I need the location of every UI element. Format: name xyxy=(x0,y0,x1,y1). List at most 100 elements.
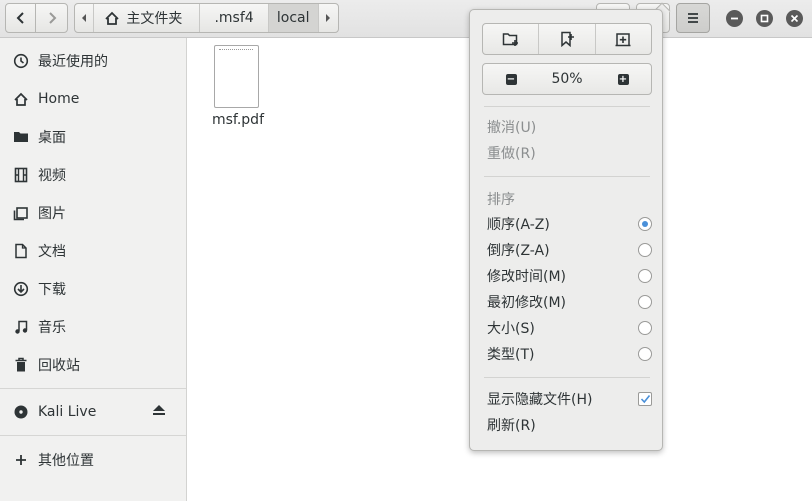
image-icon xyxy=(12,204,30,222)
menu-item-label: 刷新(R) xyxy=(487,418,536,434)
menu-separator xyxy=(484,106,650,107)
disc-icon xyxy=(12,403,30,421)
minimize-icon xyxy=(731,17,738,20)
zoom-level[interactable]: 50% xyxy=(539,64,595,94)
music-icon xyxy=(12,318,30,336)
menu-item-label: 撤消(U) xyxy=(487,120,537,136)
sidebar-item-label: 下载 xyxy=(38,282,66,298)
plus-icon: + xyxy=(617,73,629,85)
path-scroll-left-button[interactable] xyxy=(75,4,95,32)
menu-undo[interactable]: 撤消(U) xyxy=(487,115,652,139)
zoom-out-button[interactable]: − xyxy=(483,64,539,94)
sidebar-item-label: 回收站 xyxy=(38,358,80,374)
sidebar-item-downloads[interactable]: 下载 xyxy=(0,270,186,308)
radio-unselected[interactable] xyxy=(638,321,652,335)
folder-icon xyxy=(12,128,30,146)
menu-item-label: 类型(T) xyxy=(487,347,535,363)
sidebar-item-label: Home xyxy=(38,91,80,107)
maximize-button[interactable] xyxy=(756,10,773,27)
document-icon xyxy=(12,242,30,260)
zoom-in-button[interactable]: + xyxy=(595,64,651,94)
sidebar-item-home[interactable]: Home xyxy=(0,80,186,118)
menu-refresh[interactable]: 刷新(R) xyxy=(487,413,652,437)
sort-z-a[interactable]: 倒序(Z-A) xyxy=(487,238,652,262)
breadcrumb-local[interactable]: local xyxy=(268,4,319,32)
back-button[interactable] xyxy=(5,3,36,33)
clock-icon xyxy=(12,52,30,70)
sidebar-item-label: 文档 xyxy=(38,244,66,260)
new-folder-icon xyxy=(502,33,518,46)
radio-unselected[interactable] xyxy=(638,269,652,283)
sidebar-item-documents[interactable]: 文档 xyxy=(0,232,186,270)
menu-item-label: 修改时间(M) xyxy=(487,269,567,285)
plus-icon xyxy=(12,451,30,469)
minimize-button[interactable] xyxy=(726,10,743,27)
sort-size[interactable]: 大小(S) xyxy=(487,316,652,340)
radio-unselected[interactable] xyxy=(638,243,652,257)
checkmark-icon xyxy=(640,395,650,404)
sidebar-separator xyxy=(0,435,186,436)
sidebar-item-label: 最近使用的 xyxy=(38,54,108,70)
sidebar: 最近使用的 Home 桌面 视频 图片 文档 下载 音乐 回收站 Kali Li… xyxy=(0,38,187,501)
breadcrumb-home-label: 主文件夹 xyxy=(126,11,183,27)
breadcrumb-msf4[interactable]: .msf4 xyxy=(200,4,269,32)
eject-button[interactable] xyxy=(152,404,166,420)
sidebar-item-label: 桌面 xyxy=(38,130,66,146)
sidebar-item-kali-live[interactable]: Kali Live xyxy=(0,393,186,431)
sort-type[interactable]: 类型(T) xyxy=(487,342,652,366)
menu-separator xyxy=(484,377,650,378)
home-icon xyxy=(12,90,30,108)
chevron-left-icon xyxy=(16,12,24,24)
radio-unselected[interactable] xyxy=(638,295,652,309)
home-icon xyxy=(105,11,120,25)
sidebar-item-videos[interactable]: 视频 xyxy=(0,156,186,194)
path-scroll-right-button[interactable] xyxy=(319,4,338,32)
menu-show-hidden[interactable]: 显示隐藏文件(H) xyxy=(487,387,652,411)
radio-selected[interactable] xyxy=(638,217,652,231)
sidebar-item-music[interactable]: 音乐 xyxy=(0,308,186,346)
forward-button[interactable] xyxy=(35,3,68,33)
sort-first-modified[interactable]: 最初修改(M) xyxy=(487,290,652,314)
new-actions-row xyxy=(482,23,652,55)
close-button[interactable] xyxy=(786,10,803,27)
sidebar-item-trash[interactable]: 回收站 xyxy=(0,346,186,384)
sort-a-z[interactable]: 顺序(A-Z) xyxy=(487,212,652,236)
checkbox-checked[interactable] xyxy=(638,392,652,406)
sidebar-item-other-locations[interactable]: 其他位置 xyxy=(0,441,186,479)
header-bar: 主文件夹 .msf4 local xyxy=(0,0,812,38)
triangle-left-icon xyxy=(82,14,87,22)
pdf-file-icon xyxy=(214,45,259,108)
sidebar-item-label: 视频 xyxy=(38,168,66,184)
sidebar-item-recent[interactable]: 最近使用的 xyxy=(0,42,186,80)
sidebar-item-label: 其他位置 xyxy=(38,453,94,469)
sidebar-separator xyxy=(0,388,186,389)
sidebar-item-label: Kali Live xyxy=(38,404,97,420)
app-menu-popover: − 50% + 撤消(U) 重做(R) 排序 顺序(A-Z) 倒序(Z-A) 修… xyxy=(469,9,663,451)
file-name: msf.pdf xyxy=(212,112,264,128)
radio-unselected[interactable] xyxy=(638,347,652,361)
trash-icon xyxy=(12,356,30,374)
new-folder-button[interactable] xyxy=(483,24,538,54)
sidebar-item-desktop[interactable]: 桌面 xyxy=(0,118,186,156)
menu-item-label: 显示隐藏文件(H) xyxy=(487,392,593,408)
breadcrumb-home[interactable]: 主文件夹 xyxy=(94,4,201,32)
menu-item-label: 大小(S) xyxy=(487,321,535,337)
section-heading: 排序 xyxy=(487,192,515,208)
breadcrumb-label: .msf4 xyxy=(214,10,254,26)
zoom-row: − 50% + xyxy=(482,63,652,95)
maximize-icon xyxy=(760,14,769,23)
menu-redo[interactable]: 重做(R) xyxy=(487,141,652,165)
hamburger-icon xyxy=(688,13,698,23)
menu-button[interactable] xyxy=(676,3,710,33)
breadcrumb-label: local xyxy=(276,10,310,26)
menu-item-label: 重做(R) xyxy=(487,146,536,162)
bookmark-add-icon xyxy=(561,31,574,47)
path-bar: 主文件夹 .msf4 local xyxy=(74,3,339,33)
triangle-right-icon xyxy=(326,14,331,22)
menu-item-label: 倒序(Z-A) xyxy=(487,243,550,259)
sort-modified[interactable]: 修改时间(M) xyxy=(487,264,652,288)
sidebar-item-pictures[interactable]: 图片 xyxy=(0,194,186,232)
bookmark-button[interactable] xyxy=(538,24,594,54)
minus-icon: − xyxy=(505,73,517,85)
new-tab-button[interactable] xyxy=(594,24,651,54)
